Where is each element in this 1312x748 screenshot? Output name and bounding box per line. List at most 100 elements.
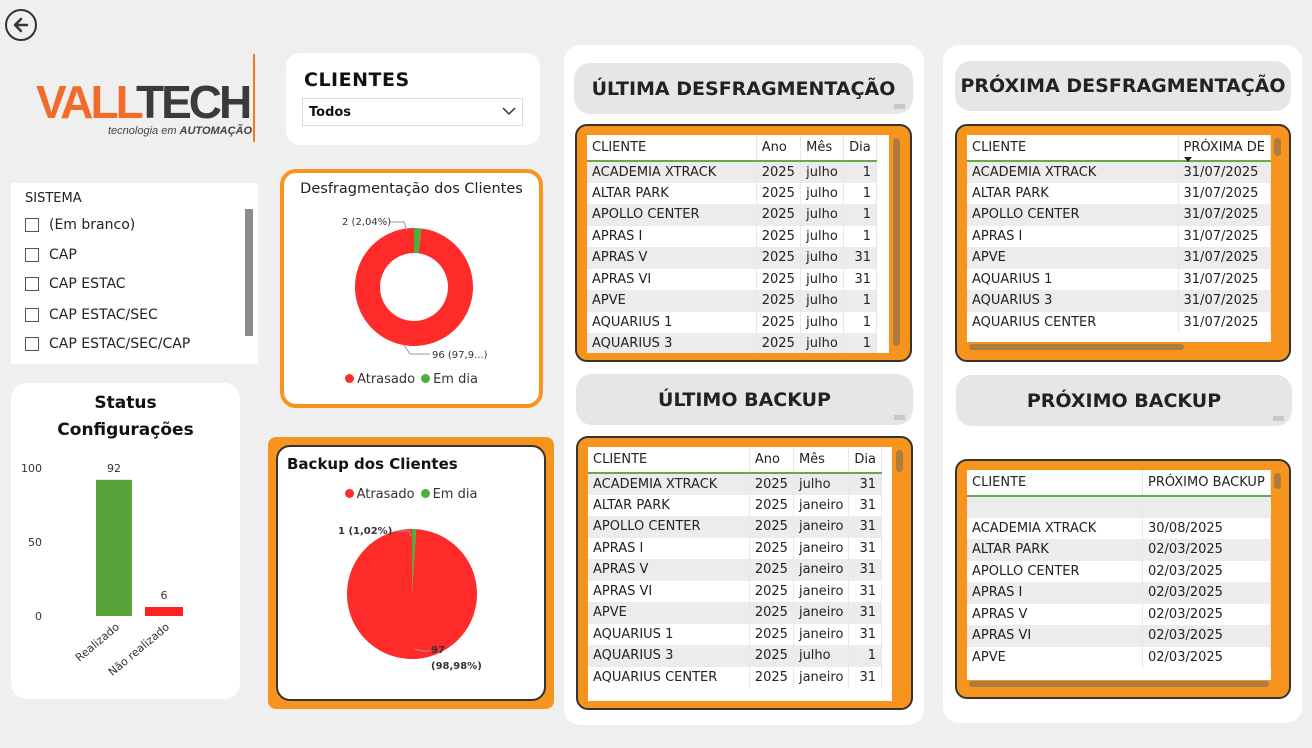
- table-row[interactable]: APOLLO CENTER 2025 julho 1: [587, 204, 877, 226]
- table-row[interactable]: AQUARIUS 1 31/07/2025: [967, 268, 1271, 290]
- checkbox[interactable]: [25, 218, 39, 232]
- bar-1[interactable]: [145, 607, 183, 616]
- table-row[interactable]: ALTAR PARK 31/07/2025: [967, 182, 1271, 204]
- table-row[interactable]: ALTAR PARK 2025 julho 1: [587, 182, 877, 204]
- ultimo-backup-table: CLIENTE Ano Mês Dia ACADEMIA XTRACK 2025 julho…: [588, 447, 892, 701]
- proxima-desfrag-vscrollbar[interactable]: [1274, 138, 1281, 156]
- checkbox[interactable]: [25, 337, 39, 351]
- table-row[interactable]: ALTAR PARK 2025 janeiro 31: [588, 494, 882, 516]
- table-row[interactable]: AQUARIUS 3 2025 julho 1: [588, 645, 882, 667]
- table-row[interactable]: ACADEMIA XTRACK 30/08/2025: [967, 517, 1271, 539]
- table-row[interactable]: AQUARIUS 3 2025 julho 1: [587, 333, 877, 353]
- ultimo-backup-scrollbar[interactable]: [896, 450, 903, 472]
- column-header[interactable]: CLIENTE: [967, 135, 1179, 162]
- legend-item-atrasado: Atrasado: [344, 487, 415, 502]
- table-cell: APVE: [588, 602, 750, 624]
- table-row[interactable]: [967, 496, 1271, 518]
- table-row[interactable]: AQUARIUS CENTER 2025 janeiro 31: [588, 666, 882, 688]
- ultima-desfrag-table: CLIENTE Ano Mês Dia ACADEMIA XTRACK 2025 julho…: [587, 135, 889, 353]
- sistema-option[interactable]: CAP ESTAC/SEC/CAP: [25, 333, 190, 355]
- table-row[interactable]: APOLLO CENTER 2025 janeiro 31: [588, 516, 882, 538]
- checkbox[interactable]: [25, 277, 39, 291]
- table-row[interactable]: APRAS I 02/03/2025: [967, 582, 1271, 604]
- table-cell: AQUARIUS 3: [967, 290, 1179, 312]
- table-cell: 31/07/2025: [1178, 311, 1271, 333]
- table-row[interactable]: APRAS V 02/03/2025: [967, 603, 1271, 625]
- table-row[interactable]: APVE 2025 janeiro 31: [588, 602, 882, 624]
- logo-brand-b: TECH: [136, 76, 250, 128]
- table-row[interactable]: APRAS VI 2025 janeiro 31: [588, 580, 882, 602]
- sistema-option[interactable]: CAP: [25, 244, 77, 266]
- table-row[interactable]: APVE 2025 julho 1: [587, 290, 877, 312]
- table-row[interactable]: AQUARIUS CENTER 31/07/2025: [967, 311, 1271, 333]
- sistema-option-label: CAP ESTAC: [49, 276, 126, 292]
- table-row[interactable]: APOLLO CENTER 31/07/2025: [967, 204, 1271, 226]
- sistema-scrollbar[interactable]: [245, 209, 253, 336]
- legend-item-atrasado: Atrasado: [345, 372, 415, 387]
- table-cell: APRAS V: [588, 559, 750, 581]
- data-label: 2 (2,04%): [342, 217, 391, 228]
- table-cell: [967, 496, 1143, 518]
- column-header[interactable]: Ano: [756, 135, 802, 162]
- column-header[interactable]: Dia: [848, 447, 882, 474]
- table-cell: 02/03/2025: [1142, 603, 1271, 625]
- table-row[interactable]: APRAS I 2025 janeiro 31: [588, 537, 882, 559]
- proximo-backup-vscrollbar[interactable]: [1274, 473, 1281, 489]
- proxima-desfrag-hscrollbar[interactable]: [969, 344, 1184, 350]
- table-cell: 2025: [756, 225, 802, 247]
- column-header[interactable]: Dia: [843, 135, 877, 162]
- checkbox[interactable]: [25, 308, 39, 322]
- table-row[interactable]: ACADEMIA XTRACK 2025 julho 1: [587, 161, 877, 183]
- back-button[interactable]: [5, 9, 37, 41]
- column-header[interactable]: PRÓXIMA DE: [1178, 135, 1271, 163]
- column-header[interactable]: Ano: [749, 447, 794, 474]
- sistema-option[interactable]: CAP ESTAC: [25, 273, 126, 295]
- sistema-option[interactable]: (Em branco): [25, 214, 135, 236]
- table-row[interactable]: APRAS I 31/07/2025: [967, 225, 1271, 247]
- svg-text:tecnologia em AUTOMAÇÃO: tecnologia em AUTOMAÇÃO: [108, 124, 253, 137]
- table-cell: AQUARIUS 1: [967, 268, 1179, 290]
- table-row[interactable]: APVE 31/07/2025: [967, 247, 1271, 269]
- table-row[interactable]: APRAS I 2025 julho 1: [587, 225, 877, 247]
- column-header[interactable]: CLIENTE: [967, 470, 1143, 497]
- table-row[interactable]: APRAS V 2025 janeiro 31: [588, 559, 882, 581]
- column-header[interactable]: Mês: [800, 135, 845, 162]
- column-header[interactable]: PRÓXIMO BACKUP: [1142, 470, 1271, 497]
- sistema-option[interactable]: CAP ESTAC/SEC: [25, 304, 158, 326]
- table-row[interactable]: AQUARIUS 1 2025 julho 1: [587, 311, 877, 333]
- sistema-option-label: CAP ESTAC/SEC: [49, 307, 158, 323]
- table-row[interactable]: AQUARIUS 3 31/07/2025: [967, 290, 1271, 312]
- bar-0[interactable]: [96, 479, 132, 616]
- logo-tagline-b: AUTOMAÇÃO: [179, 124, 253, 137]
- table-row[interactable]: AQUARIUS 1 2025 janeiro 31: [588, 623, 882, 645]
- table-cell: 31: [848, 559, 882, 581]
- table-row[interactable]: ACADEMIA XTRACK 31/07/2025: [967, 161, 1271, 183]
- column-header[interactable]: CLIENTE: [587, 135, 757, 162]
- table-cell: 31/07/2025: [1178, 247, 1271, 269]
- sort-desc-icon[interactable]: [1183, 157, 1192, 163]
- clientes-dropdown[interactable]: Todos: [302, 98, 523, 126]
- data-label: 97: [431, 645, 445, 656]
- status-title-line1: Status: [94, 393, 157, 413]
- table-row[interactable]: APRAS VI 02/03/2025: [967, 625, 1271, 647]
- y-tick-label: 0: [35, 610, 42, 623]
- table-cell: janeiro: [793, 559, 850, 581]
- column-header[interactable]: Mês: [793, 447, 850, 474]
- checkbox[interactable]: [25, 248, 39, 262]
- table-row[interactable]: APRAS V 2025 julho 31: [587, 247, 877, 269]
- table-cell: 2025: [749, 494, 794, 516]
- bar-value-label: 6: [161, 589, 168, 602]
- table-row[interactable]: APOLLO CENTER 02/03/2025: [967, 560, 1271, 582]
- table-cell: janeiro: [793, 666, 850, 688]
- table-row[interactable]: ALTAR PARK 02/03/2025: [967, 539, 1271, 561]
- table-row[interactable]: APVE 02/03/2025: [967, 646, 1271, 668]
- table-cell: julho: [800, 204, 845, 226]
- table-row[interactable]: ACADEMIA XTRACK 2025 julho 31: [588, 473, 882, 495]
- clientes-slicer: CLIENTES Todos: [286, 53, 540, 145]
- ultima-desfrag-scrollbar[interactable]: [893, 138, 900, 346]
- proximo-backup-hscrollbar[interactable]: [969, 681, 1269, 687]
- column-header[interactable]: CLIENTE: [588, 447, 750, 474]
- table-cell: 1: [843, 290, 877, 312]
- table-row[interactable]: APRAS VI 2025 julho 31: [587, 268, 877, 290]
- proximo-backup-title: PRÓXIMO BACKUP: [1026, 389, 1222, 412]
